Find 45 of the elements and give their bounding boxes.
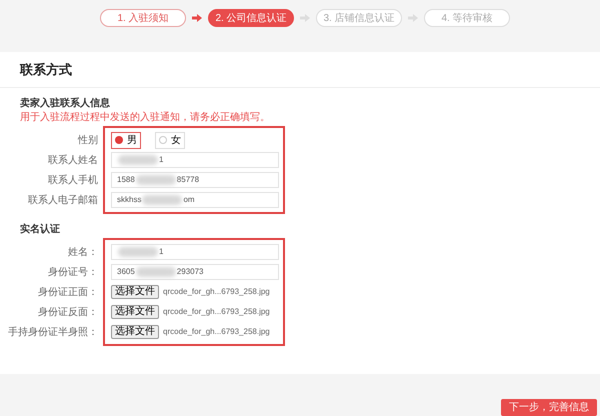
field-value: 1588 bbox=[117, 174, 135, 186]
step-pill: 3. 店铺信息认证 bbox=[316, 9, 402, 27]
input-field[interactable]: skkhss om bbox=[111, 192, 279, 208]
radio-option[interactable]: 女 bbox=[155, 132, 185, 148]
field-value: 3605 bbox=[117, 266, 135, 278]
blurred-redaction bbox=[142, 195, 182, 205]
file-name: qrcode_for_gh...6793_258.jpg bbox=[163, 306, 270, 318]
choose-file-button[interactable]: 选择文件 bbox=[111, 285, 159, 299]
radio-option[interactable]: 男 bbox=[111, 132, 141, 148]
file-name: qrcode_for_gh...6793_258.jpg bbox=[163, 286, 270, 298]
section-heading: 卖家入驻联系人信息 bbox=[20, 96, 111, 110]
field-value: skkhss bbox=[117, 194, 142, 206]
field-label: 身份证正面： bbox=[38, 286, 98, 300]
arrow-icon bbox=[192, 14, 202, 22]
input-field[interactable]: 3605 293073 bbox=[111, 264, 279, 280]
field-value: 293073 bbox=[176, 266, 204, 278]
choose-file-button[interactable]: 选择文件 bbox=[111, 325, 159, 339]
field-label: 联系人电子邮箱 bbox=[28, 194, 98, 208]
blurred-redaction bbox=[136, 175, 176, 185]
page-title: 联系方式 bbox=[20, 60, 72, 79]
notice-text: 用于入驻流程过程中发送的入驻通知，请务必正确填写。 bbox=[20, 110, 271, 124]
blurred-redaction bbox=[136, 267, 176, 277]
field-value: 85778 bbox=[176, 174, 200, 186]
field-label: 身份证反面： bbox=[38, 306, 98, 320]
choose-file-button[interactable]: 选择文件 bbox=[111, 305, 159, 319]
field-value: 1 bbox=[159, 154, 164, 166]
field-label: 联系人姓名 bbox=[48, 154, 98, 168]
step-pill: 1. 入驻须知 bbox=[100, 9, 186, 27]
section-heading: 实名认证 bbox=[20, 222, 61, 236]
field-value: 1 bbox=[159, 246, 164, 258]
input-field[interactable]: 1 bbox=[111, 244, 279, 260]
blurred-redaction bbox=[118, 247, 158, 257]
field-label: 身份证号： bbox=[48, 266, 98, 280]
next-button[interactable]: 下一步，完善信息 bbox=[501, 399, 597, 416]
field-label: 姓名： bbox=[68, 246, 98, 260]
file-name: qrcode_for_gh...6793_258.jpg bbox=[163, 326, 270, 338]
field-label: 手持身份证半身照： bbox=[8, 326, 98, 340]
input-field[interactable]: 1588 85778 bbox=[111, 172, 279, 188]
input-field[interactable]: 1 bbox=[111, 152, 279, 168]
step-pill: 4. 等待审核 bbox=[424, 9, 510, 27]
field-label: 性别 bbox=[78, 134, 98, 148]
field-value: om bbox=[183, 194, 195, 206]
step-pill: 2. 公司信息认证 bbox=[208, 9, 294, 27]
field-label: 联系人手机 bbox=[48, 174, 98, 188]
blurred-redaction bbox=[118, 155, 158, 165]
